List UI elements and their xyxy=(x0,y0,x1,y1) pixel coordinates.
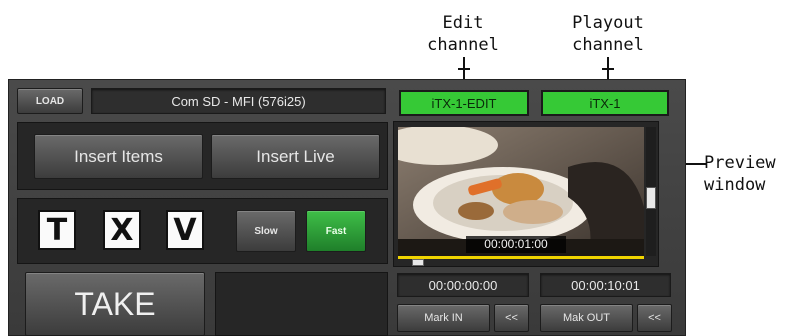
preview-video: 00:00:01:00 xyxy=(398,127,644,256)
preview-window-callout-line2: window xyxy=(704,175,766,195)
edit-channel-callout-line1: Edit xyxy=(442,13,484,33)
playout-channel-leader-tick xyxy=(602,68,614,70)
load-button[interactable]: LOAD xyxy=(17,88,83,114)
preview-scrollbar[interactable] xyxy=(646,127,656,256)
mark-in-button[interactable]: Mark IN xyxy=(397,304,490,332)
mark-in-rewind-button[interactable]: << xyxy=(494,304,529,332)
fast-button[interactable]: Fast xyxy=(306,210,366,252)
insert-items-button[interactable]: Insert Items xyxy=(34,134,203,179)
transition-v-button[interactable]: V xyxy=(166,210,204,250)
playout-channel-indicator[interactable]: iTX-1 xyxy=(541,90,669,116)
slow-button[interactable]: Slow xyxy=(236,210,296,252)
take-button[interactable]: TAKE xyxy=(25,272,205,336)
playout-channel-callout-line1: Playout xyxy=(572,13,644,33)
transition-t-button[interactable]: T xyxy=(38,210,76,250)
edit-channel-callout-line2: channel xyxy=(427,35,499,55)
edit-channel-callout: Edit channel xyxy=(408,12,518,56)
playout-channel-callout-line2: channel xyxy=(572,35,644,55)
playout-channel-callout: Playout channel xyxy=(548,12,668,56)
take-status-field xyxy=(215,272,388,336)
insert-live-button[interactable]: Insert Live xyxy=(211,134,380,179)
mark-out-rewind-button[interactable]: << xyxy=(637,304,672,332)
mark-in-timecode: 00:00:00:00 xyxy=(397,273,529,297)
mark-out-timecode: 00:00:10:01 xyxy=(540,273,671,297)
edit-channel-leader-tick xyxy=(458,68,470,70)
edit-channel-indicator[interactable]: iTX-1-EDIT xyxy=(399,90,529,116)
preview-scrollbar-thumb[interactable] xyxy=(646,187,656,209)
scrub-bar[interactable] xyxy=(398,256,644,259)
transition-x-button[interactable]: X xyxy=(103,210,141,250)
format-field: Com SD - MFI (576i25) xyxy=(91,88,386,114)
scrub-playhead[interactable] xyxy=(412,259,424,266)
mark-out-button[interactable]: Mak OUT xyxy=(540,304,633,332)
preview-window-callout: Preview window xyxy=(704,152,798,196)
preview-window-callout-line1: Preview xyxy=(704,153,776,173)
preview-timecode: 00:00:01:00 xyxy=(466,236,566,253)
